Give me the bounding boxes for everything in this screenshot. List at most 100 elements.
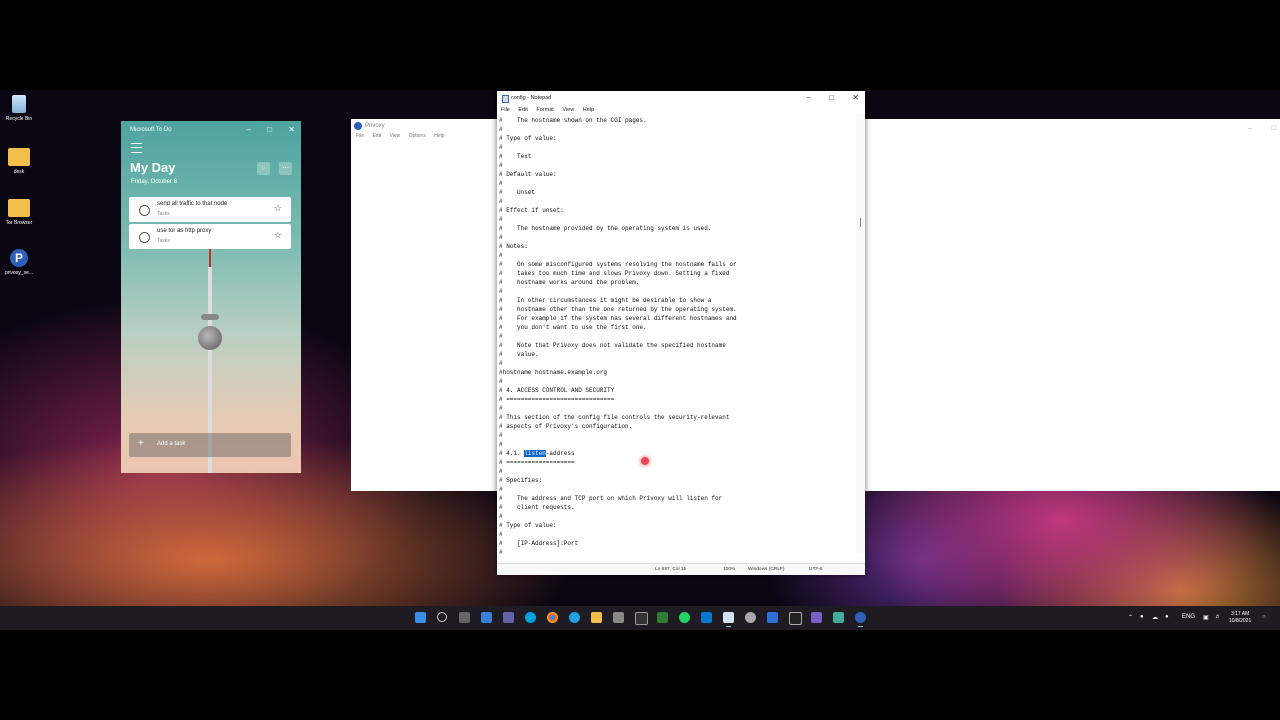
- notepad-title: config - Notepad: [511, 95, 552, 101]
- text-editor[interactable]: # The hostname shown on the CGI pages. # #…: [497, 114, 855, 555]
- menu-help[interactable]: Help: [583, 107, 594, 113]
- menu-file[interactable]: File: [501, 107, 510, 113]
- text-line: #: [499, 252, 503, 259]
- text-line: #: [499, 486, 503, 493]
- chevron-up-icon[interactable]: ⌃: [1128, 614, 1133, 621]
- edge-icon[interactable]: [569, 612, 580, 623]
- hamburger-menu-icon[interactable]: [131, 143, 142, 153]
- text-line: # [IP-Address]:Port: [499, 540, 579, 547]
- network-icon[interactable]: ▣: [1203, 614, 1209, 621]
- tray-icon[interactable]: ●: [1140, 614, 1144, 620]
- file-explorer-icon[interactable]: [591, 612, 602, 623]
- store-icon[interactable]: [613, 612, 624, 623]
- text-line: #: [499, 360, 503, 367]
- page-title: My Day: [130, 160, 176, 175]
- text-line: #: [499, 441, 503, 448]
- text-line: # Note that Privoxy does not validate th…: [499, 342, 726, 349]
- todo-window[interactable]: Microsoft To Do – □ ✕ My Day Friday, Oct…: [121, 121, 301, 473]
- notepad-taskbar-icon[interactable]: [723, 612, 734, 627]
- complete-checkbox-icon[interactable]: [139, 232, 150, 243]
- line-endings: Windows (CRLF): [748, 567, 785, 572]
- maximize-icon[interactable]: □: [1272, 125, 1276, 132]
- lightbulb-icon[interactable]: ○: [257, 162, 270, 175]
- network-tool-icon[interactable]: [657, 612, 668, 623]
- privoxy-taskbar-icon[interactable]: [855, 612, 866, 627]
- clock-date: 10/8/2021: [1229, 618, 1252, 624]
- text-line: #: [499, 216, 503, 223]
- text-line: #: [499, 234, 503, 241]
- text-line: # takes too much time and slows Privoxy …: [499, 270, 730, 277]
- notification-icon[interactable]: ○: [1262, 614, 1266, 620]
- settings-icon[interactable]: [745, 612, 756, 623]
- menu-edit[interactable]: Edit: [372, 133, 381, 139]
- search-icon[interactable]: [437, 612, 447, 622]
- app-icon[interactable]: [833, 612, 844, 623]
- text-line: # value.: [499, 351, 539, 358]
- desktop-icon-desk[interactable]: desk: [2, 148, 36, 175]
- text-line: # Type of value:: [499, 135, 557, 142]
- clock-time: 3:17 AM: [1230, 611, 1250, 617]
- window-controls: – □: [1230, 122, 1276, 136]
- text-line: # ===================: [499, 459, 575, 466]
- language-indicator[interactable]: ENG: [1182, 614, 1195, 620]
- microphone-icon[interactable]: ●: [1165, 614, 1169, 620]
- status-bar: Ln 687, Col 15 100% Windows (CRLF) UTF-8: [497, 563, 865, 575]
- menu-view[interactable]: View: [562, 107, 574, 113]
- minimize-icon[interactable]: –: [247, 125, 251, 134]
- desktop-icon-label: privoxy_se...: [4, 270, 34, 276]
- task-item[interactable]: use tor as http proxy Tasks ☆: [129, 224, 291, 249]
- desktop-icon-privoxy[interactable]: P privoxy_se...: [2, 249, 36, 276]
- whatsapp-icon[interactable]: [679, 612, 690, 623]
- menu-view[interactable]: View: [389, 133, 400, 139]
- terminal-icon[interactable]: [635, 612, 648, 625]
- text-line: # aspects of Privoxy's configuration.: [499, 423, 633, 430]
- task-item[interactable]: send all traffic to that node Tasks ☆: [129, 197, 291, 222]
- menu-help[interactable]: Help: [434, 133, 444, 139]
- maximize-icon[interactable]: □: [267, 125, 272, 134]
- volume-icon[interactable]: ♬: [1215, 614, 1221, 620]
- desktop-icon-recycle-bin[interactable]: Recycle Bin: [2, 95, 36, 122]
- star-icon[interactable]: ☆: [274, 203, 282, 214]
- menu-file[interactable]: File: [356, 133, 364, 139]
- skype-icon[interactable]: [525, 612, 536, 623]
- minimize-icon[interactable]: –: [807, 93, 811, 102]
- text-line: #: [499, 144, 503, 151]
- complete-checkbox-icon[interactable]: [139, 205, 150, 216]
- text-line: # In other circumstances it might be des…: [499, 297, 712, 304]
- maximize-icon[interactable]: □: [829, 93, 834, 102]
- chrome-icon[interactable]: [547, 612, 558, 623]
- task-list-name: Tasks: [157, 211, 170, 217]
- start-icon[interactable]: [415, 612, 426, 623]
- task-title: use tor as http proxy: [157, 228, 212, 234]
- plus-icon: +: [138, 438, 144, 449]
- menu-format[interactable]: Format: [536, 107, 553, 113]
- text-line: # 4.1. listen-address: [499, 450, 575, 457]
- more-icon[interactable]: ⋯: [279, 162, 292, 175]
- widgets-icon[interactable]: [481, 612, 492, 623]
- cmd-icon[interactable]: [789, 612, 802, 625]
- text-line: # hostname works around the problem.: [499, 279, 640, 286]
- text-selection: listen: [524, 450, 546, 457]
- add-task-input[interactable]: + Add a task: [129, 433, 291, 457]
- system-clock[interactable]: 3:17 AM 10/8/2021: [1229, 611, 1251, 625]
- vscode-icon[interactable]: [701, 612, 712, 623]
- star-icon[interactable]: ☆: [274, 230, 282, 241]
- chat-icon[interactable]: [503, 612, 514, 623]
- minimize-icon[interactable]: –: [1248, 125, 1252, 132]
- scrollbar-thumb[interactable]: [860, 218, 861, 227]
- notepad-icon: [502, 95, 509, 103]
- menu-options[interactable]: Options: [409, 133, 426, 139]
- vertical-scrollbar[interactable]: [856, 114, 865, 554]
- text-line: # Type of value:: [499, 522, 557, 529]
- text-line: # Unset: [499, 189, 536, 196]
- task-view-icon[interactable]: [459, 612, 470, 623]
- close-icon[interactable]: ✕: [852, 93, 859, 102]
- text-line: #: [499, 513, 503, 520]
- menu-edit[interactable]: Edit: [518, 107, 527, 113]
- app-icon[interactable]: [811, 612, 822, 623]
- todo-taskbar-icon[interactable]: [767, 612, 778, 623]
- desktop-icon-tor-browser[interactable]: Tor Browser: [2, 199, 36, 226]
- cloud-icon[interactable]: ☁: [1152, 614, 1158, 621]
- notepad-window[interactable]: config - Notepad – □ ✕ File Edit Format …: [497, 91, 865, 575]
- close-icon[interactable]: ✕: [288, 125, 295, 134]
